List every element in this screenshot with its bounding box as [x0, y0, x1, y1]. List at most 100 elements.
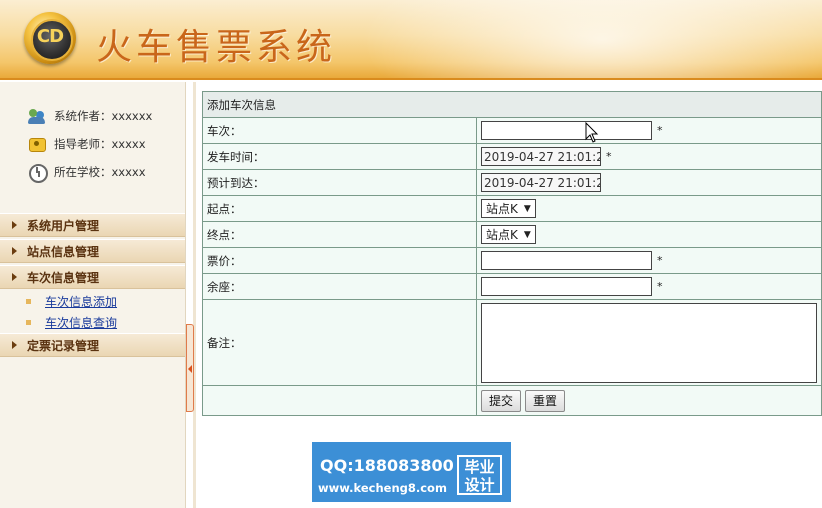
info-school: 所在学校：xxxxx	[0, 158, 185, 186]
caret-right-icon	[12, 247, 17, 255]
label-start: 起点：	[202, 195, 477, 222]
form-table: 添加车次信息 车次： * 发车时间： 2019-04-27 21:01:2 * …	[202, 91, 822, 416]
teacher-icon	[28, 135, 46, 153]
field-wrap: *	[481, 121, 817, 140]
submenu-train-query: 车次信息查询	[0, 312, 185, 333]
row-depart-time: 发车时间： 2019-04-27 21:01:2 *	[202, 143, 822, 170]
field-wrap: 2019-04-27 21:01:2 *	[481, 147, 817, 166]
cell-depart-time: 2019-04-27 21:01:2 *	[476, 143, 822, 170]
logo-text: CD	[36, 26, 64, 47]
sidebar: 系统作者：xxxxxx 指导老师：xxxxx 所在学校：xxxxx 系统用户管理…	[0, 82, 186, 508]
menu-label: 定票记录管理	[27, 338, 100, 353]
watermark-banner: QQ:188083800 www.kecheng8.com 毕业 设计	[312, 442, 511, 502]
logo: CD	[24, 12, 76, 64]
menu-label: 车次信息管理	[27, 270, 100, 285]
form-title-row: 添加车次信息	[202, 91, 822, 118]
link-train-add[interactable]: 车次信息添加	[45, 293, 117, 310]
row-arrive-time: 预计到达： 2019-04-27 21:01:2	[202, 169, 822, 196]
train-no-input[interactable]	[481, 121, 652, 140]
label-end: 终点：	[202, 221, 477, 248]
info-school-text: 所在学校：xxxxx	[54, 165, 146, 179]
info-teacher-text: 指导老师：xxxxx	[54, 137, 146, 151]
required-mark: *	[657, 280, 663, 293]
depart-time-input[interactable]: 2019-04-27 21:01:2	[481, 147, 601, 166]
required-mark: *	[606, 150, 612, 163]
seats-input[interactable]	[481, 277, 652, 296]
menu-label: 站点信息管理	[27, 244, 100, 259]
field-wrap: 站点K ▼	[481, 199, 817, 218]
submenu-train-add: 车次信息添加	[0, 291, 185, 312]
row-end: 终点： 站点K ▼	[202, 221, 822, 248]
label-train-no: 车次：	[202, 117, 477, 144]
bullet-icon	[26, 299, 31, 304]
badge-line1: 毕业	[464, 458, 495, 476]
header-glow	[342, 0, 822, 78]
label-empty	[202, 385, 477, 416]
end-select[interactable]: 站点K ▼	[481, 225, 536, 244]
row-actions: 提交 重置	[202, 385, 822, 416]
splitter	[193, 82, 196, 508]
users-icon	[28, 107, 46, 125]
reset-button[interactable]: 重置	[525, 389, 566, 412]
field-wrap: 2019-04-27 21:01:2	[481, 173, 817, 192]
cell-remark	[476, 299, 822, 386]
cell-train-no: *	[476, 117, 822, 144]
clock-icon	[28, 163, 48, 183]
label-remark: 备注：	[202, 299, 477, 386]
caret-right-icon	[12, 221, 17, 229]
dropdown-arrow-icon: ▼	[523, 229, 531, 240]
caret-right-icon	[12, 341, 17, 349]
cell-actions: 提交 重置	[476, 385, 822, 416]
required-mark: *	[657, 254, 663, 267]
label-seats: 余座：	[202, 273, 477, 300]
row-train-no: 车次： *	[202, 117, 822, 144]
watermark-badge: 毕业 设计	[457, 455, 502, 495]
dropdown-arrow-icon: ▼	[523, 203, 531, 214]
price-input[interactable]	[481, 251, 652, 270]
collapse-sidebar-toggle[interactable]	[186, 324, 194, 412]
app-title: 火车售票系统	[96, 27, 337, 68]
bullet-icon	[26, 320, 31, 325]
row-start: 起点： 站点K ▼	[202, 195, 822, 222]
cell-arrive-time: 2019-04-27 21:01:2	[476, 169, 822, 196]
cell-start: 站点K ▼	[476, 195, 822, 222]
watermark-url: www.kecheng8.com	[318, 481, 447, 495]
link-train-query[interactable]: 车次信息查询	[45, 314, 117, 331]
remark-textarea[interactable]	[481, 302, 817, 383]
cell-end: 站点K ▼	[476, 221, 822, 248]
arrive-time-input[interactable]: 2019-04-27 21:01:2	[481, 173, 601, 192]
watermark-qq: QQ:188083800	[320, 456, 454, 475]
menu-system-users[interactable]: 系统用户管理	[0, 213, 185, 237]
field-wrap: *	[481, 251, 817, 270]
menu-stations[interactable]: 站点信息管理	[0, 239, 185, 263]
mouse-cursor-icon	[585, 122, 599, 143]
field-wrap: *	[481, 277, 817, 296]
label-depart-time: 发车时间：	[202, 143, 477, 170]
row-price: 票价： *	[202, 247, 822, 274]
info-author-text: 系统作者：xxxxxx	[54, 109, 153, 123]
caret-right-icon	[12, 273, 17, 281]
add-train-form: 添加车次信息 车次： * 发车时间： 2019-04-27 21:01:2 * …	[202, 91, 822, 416]
submit-button[interactable]: 提交	[481, 389, 522, 412]
header: CD 火车售票系统	[0, 0, 822, 80]
label-price: 票价：	[202, 247, 477, 274]
menu-trains[interactable]: 车次信息管理	[0, 265, 185, 289]
field-wrap: 站点K ▼	[481, 225, 817, 244]
menu-bookings[interactable]: 定票记录管理	[0, 333, 185, 357]
end-selected: 站点K	[486, 228, 518, 242]
info-author: 系统作者：xxxxxx	[0, 102, 185, 130]
form-title: 添加车次信息	[202, 91, 822, 118]
badge-line2: 设计	[464, 476, 495, 494]
menu-label: 系统用户管理	[27, 218, 100, 233]
start-selected: 站点K	[486, 202, 518, 216]
start-select[interactable]: 站点K ▼	[481, 199, 536, 218]
required-mark: *	[657, 124, 663, 137]
author-info: 系统作者：xxxxxx 指导老师：xxxxx 所在学校：xxxxx	[0, 82, 185, 186]
row-seats: 余座： *	[202, 273, 822, 300]
label-arrive-time: 预计到达：	[202, 169, 477, 196]
cell-seats: *	[476, 273, 822, 300]
cell-price: *	[476, 247, 822, 274]
row-remark: 备注：	[202, 299, 822, 386]
sidebar-menu: 系统用户管理 站点信息管理 车次信息管理 车次信息添加 车次信息查询 定票记录管…	[0, 213, 185, 357]
info-teacher: 指导老师：xxxxx	[0, 130, 185, 158]
